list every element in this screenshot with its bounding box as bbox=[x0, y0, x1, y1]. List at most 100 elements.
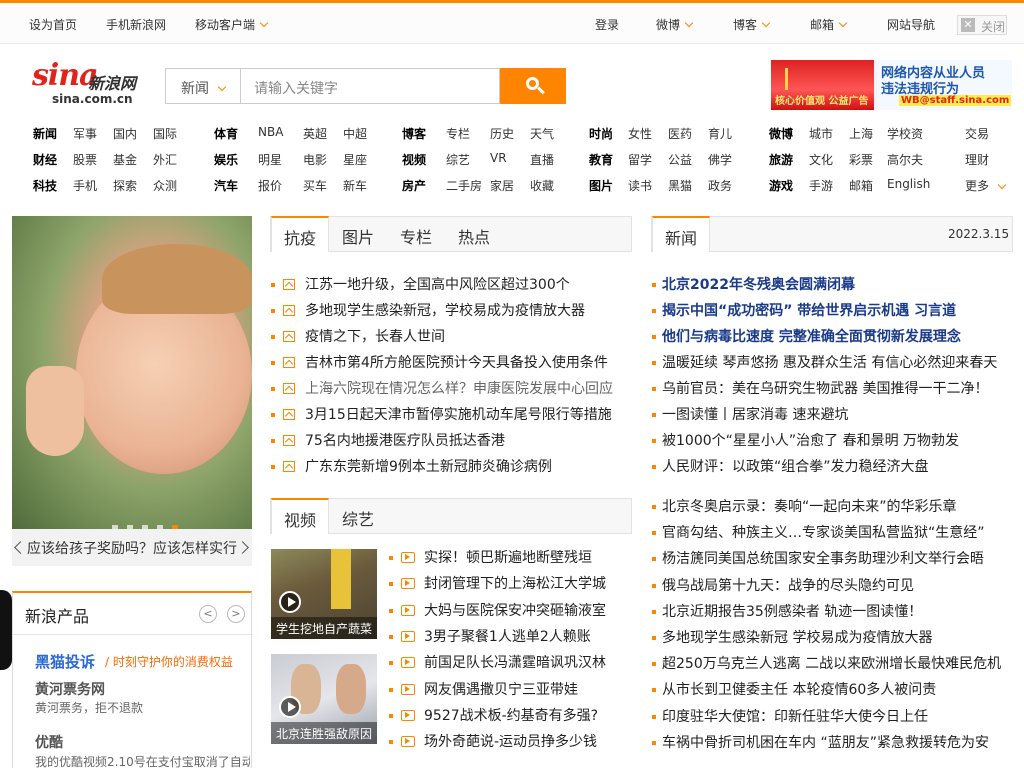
nav-channel-link[interactable]: 星座 bbox=[343, 151, 367, 168]
nav-channel-link[interactable]: 文化 bbox=[809, 151, 833, 168]
nav-channel-link[interactable]: 高尔夫 bbox=[887, 151, 923, 168]
nav-channel-link[interactable]: NBA bbox=[258, 125, 283, 139]
headline-link[interactable]: 揭示中国“成功密码” 带给世界启示机遇 习言道 bbox=[662, 300, 956, 320]
headline-link[interactable]: 北京2022年冬残奥会圆满闭幕 bbox=[662, 274, 855, 294]
search-button[interactable] bbox=[500, 68, 566, 104]
video-thumb[interactable]: 学生挖地自产蔬菜 bbox=[271, 549, 377, 639]
nav-channel-link[interactable]: 英超 bbox=[303, 125, 327, 142]
nav-channel-link[interactable]: 佛学 bbox=[708, 151, 732, 168]
play-icon[interactable] bbox=[279, 591, 301, 613]
news-link[interactable]: 人民财评：以政策“组合拳”发力稳经济大盘 bbox=[662, 456, 929, 476]
nav-channel-link[interactable]: 股票 bbox=[73, 151, 97, 168]
video-link[interactable]: 网友偶遇撒贝宁三亚带娃 bbox=[424, 679, 578, 699]
nav-channel-heading[interactable]: 图片 bbox=[589, 177, 613, 194]
nav-channel-heading[interactable]: 游戏 bbox=[769, 177, 793, 194]
nav-channel-link[interactable]: VR bbox=[490, 151, 507, 165]
nav-channel-link[interactable]: 历史 bbox=[490, 125, 514, 142]
thumb-caption[interactable]: 学生挖地自产蔬菜 bbox=[271, 617, 377, 639]
complaint-title[interactable]: 优酷 bbox=[35, 732, 63, 752]
photo-slider[interactable]: 应该给孩子奖励吗？应该怎样实行 bbox=[12, 216, 252, 566]
nav-channel-link[interactable]: 基金 bbox=[113, 151, 137, 168]
set-homepage-link[interactable]: 设为首页 bbox=[29, 16, 77, 33]
ad-banner[interactable]: 核心价值观 公益广告 网络内容从业人员 违法违规行为 WB@staff.sina… bbox=[771, 60, 1012, 110]
nav-channel-link[interactable]: 留学 bbox=[628, 151, 652, 168]
nav-channel-link[interactable]: 国内 bbox=[113, 125, 137, 142]
thumb-caption[interactable]: 北京连胜强敌原因 bbox=[271, 722, 377, 744]
news-link[interactable]: 3月15日起天津市暂停实施机动车尾号限行等措施 bbox=[305, 404, 612, 424]
nav-channel-link[interactable]: 明星 bbox=[258, 151, 282, 168]
nav-channel-link[interactable]: 黑猫 bbox=[668, 177, 692, 194]
next-arrow-icon[interactable]: > bbox=[227, 605, 245, 623]
nav-channel-heading[interactable]: 微博 bbox=[769, 125, 793, 142]
video-link[interactable]: 场外奇葩说-运动员挣多少钱 bbox=[424, 731, 597, 751]
heimao-link[interactable]: 黑猫投诉 bbox=[35, 651, 95, 672]
sina-logo[interactable]: sina 新浪网 sina.com.cn bbox=[32, 58, 144, 106]
site-nav-link[interactable]: 网站导航 bbox=[887, 16, 935, 33]
complaint-desc[interactable]: 黄河票务，拒不退款 bbox=[35, 699, 143, 716]
tab-variety[interactable]: 综艺 bbox=[329, 499, 387, 533]
nav-channel-heading[interactable]: 房产 bbox=[402, 177, 426, 194]
news-link[interactable]: 被1000个“星星小人”治愈了 春和景明 万物勃发 bbox=[662, 430, 959, 450]
news-link[interactable]: 俄乌战局第十九天：战争的尽头隐约可见 bbox=[662, 575, 914, 595]
nav-channel-link[interactable]: 女性 bbox=[628, 125, 652, 142]
nav-channel-heading[interactable]: 教育 bbox=[589, 151, 613, 168]
news-link[interactable]: 车祸中骨折司机困在车内 “蓝朋友”紧急救援转危为安 bbox=[662, 732, 989, 752]
news-link[interactable]: 杨洁篪同美国总统国家安全事务助理沙利文举行会晤 bbox=[662, 548, 984, 568]
slider-caption[interactable]: 应该给孩子奖励吗？应该怎样实行 bbox=[12, 529, 252, 566]
nav-channel-heading[interactable]: 汽车 bbox=[214, 177, 238, 194]
nav-channel-link[interactable]: 公益 bbox=[668, 151, 692, 168]
news-link[interactable]: 从市长到卫健委主任 本轮疫情60多人被问责 bbox=[662, 679, 936, 699]
news-link[interactable]: 上海六院现在情况怎么样？申康医院发展中心回应 bbox=[305, 378, 613, 398]
nav-channel-link[interactable]: 报价 bbox=[258, 177, 282, 194]
login-link[interactable]: 登录 bbox=[595, 16, 619, 33]
news-link[interactable]: 官商勾结、种族主义…专家谈美国私营监狱“生意经” bbox=[662, 522, 985, 542]
nav-channel-link[interactable]: 手游 bbox=[809, 177, 833, 194]
news-link[interactable]: 北京冬奥启示录：奏响“一起向未来”的华彩乐章 bbox=[662, 496, 957, 516]
nav-channel-link[interactable]: 彩票 bbox=[849, 151, 873, 168]
news-link[interactable]: 乌前官员：美在乌研究生物武器 美国推得一干二净！ bbox=[662, 378, 988, 398]
tab-video[interactable]: 视频 bbox=[271, 498, 329, 534]
nav-channel-link[interactable]: 上海 bbox=[849, 125, 873, 142]
news-link[interactable]: 一图读懂丨居家消毒 速来避坑 bbox=[662, 404, 848, 424]
nav-extra-link[interactable]: 理财 bbox=[965, 151, 989, 168]
nav-channel-link[interactable]: 医药 bbox=[668, 125, 692, 142]
nav-channel-link[interactable]: 电影 bbox=[303, 151, 327, 168]
video-link[interactable]: 9527战术板-约基奇有多强? bbox=[424, 705, 598, 725]
play-icon[interactable] bbox=[279, 696, 301, 718]
nav-channel-link[interactable]: 综艺 bbox=[446, 151, 470, 168]
nav-channel-link[interactable]: 天气 bbox=[530, 125, 554, 142]
nav-channel-link[interactable]: 探索 bbox=[113, 177, 137, 194]
close-button[interactable]: ✕ 关闭 bbox=[957, 15, 1007, 35]
news-link[interactable]: 印度驻华大使馆：印新任驻华大使今日上任 bbox=[662, 706, 928, 726]
video-link[interactable]: 封闭管理下的上海松江大学城 bbox=[424, 573, 606, 593]
nav-channel-link[interactable]: 直播 bbox=[530, 151, 554, 168]
nav-channel-heading[interactable]: 科技 bbox=[33, 177, 57, 194]
nav-channel-link[interactable]: 政务 bbox=[708, 177, 732, 194]
news-link[interactable]: 广东东莞新增9例本土新冠肺炎确诊病例 bbox=[305, 456, 552, 476]
news-link[interactable]: 北京近期报告35例感染者 轨迹一图读懂！ bbox=[662, 601, 922, 621]
nav-channel-link[interactable]: 收藏 bbox=[530, 177, 554, 194]
news-link[interactable]: 75名内地援港医疗队员抵达香港 bbox=[305, 430, 505, 450]
news-link[interactable]: 超250万乌克兰人逃离 二战以来欧洲增长最快难民危机 bbox=[662, 653, 1001, 673]
mail-menu[interactable]: 邮箱 bbox=[810, 16, 848, 33]
news-link[interactable]: 多地现学生感染新冠，学校易成为疫情放大器 bbox=[305, 300, 585, 320]
nav-channel-heading[interactable]: 博客 bbox=[402, 125, 426, 142]
video-link[interactable]: 3男子聚餐1人逃单2人赖账 bbox=[424, 626, 591, 646]
tab-pictures[interactable]: 图片 bbox=[329, 217, 387, 251]
nav-channel-heading[interactable]: 体育 bbox=[214, 125, 238, 142]
nav-channel-link[interactable]: 国际 bbox=[153, 125, 177, 142]
news-link[interactable]: 江苏一地升级，全国高中风险区超过300个 bbox=[305, 274, 570, 294]
nav-channel-link[interactable]: 邮箱 bbox=[849, 177, 873, 194]
nav-channel-link[interactable]: 育儿 bbox=[708, 125, 732, 142]
search-category-select[interactable]: 新闻 bbox=[165, 68, 241, 104]
blog-menu[interactable]: 博客 bbox=[733, 16, 771, 33]
nav-channel-link[interactable]: 军事 bbox=[73, 125, 97, 142]
nav-channel-heading[interactable]: 财经 bbox=[33, 151, 57, 168]
nav-channel-link[interactable]: 买车 bbox=[303, 177, 327, 194]
nav-channel-link[interactable]: 众测 bbox=[153, 177, 177, 194]
nav-extra-link[interactable]: 更多 bbox=[965, 177, 989, 194]
complaint-title[interactable]: 黄河票务网 bbox=[35, 679, 105, 699]
nav-channel-link[interactable]: 城市 bbox=[809, 125, 833, 142]
chevron-right-icon[interactable] bbox=[236, 541, 249, 554]
tab-news[interactable]: 新闻 bbox=[652, 216, 710, 252]
